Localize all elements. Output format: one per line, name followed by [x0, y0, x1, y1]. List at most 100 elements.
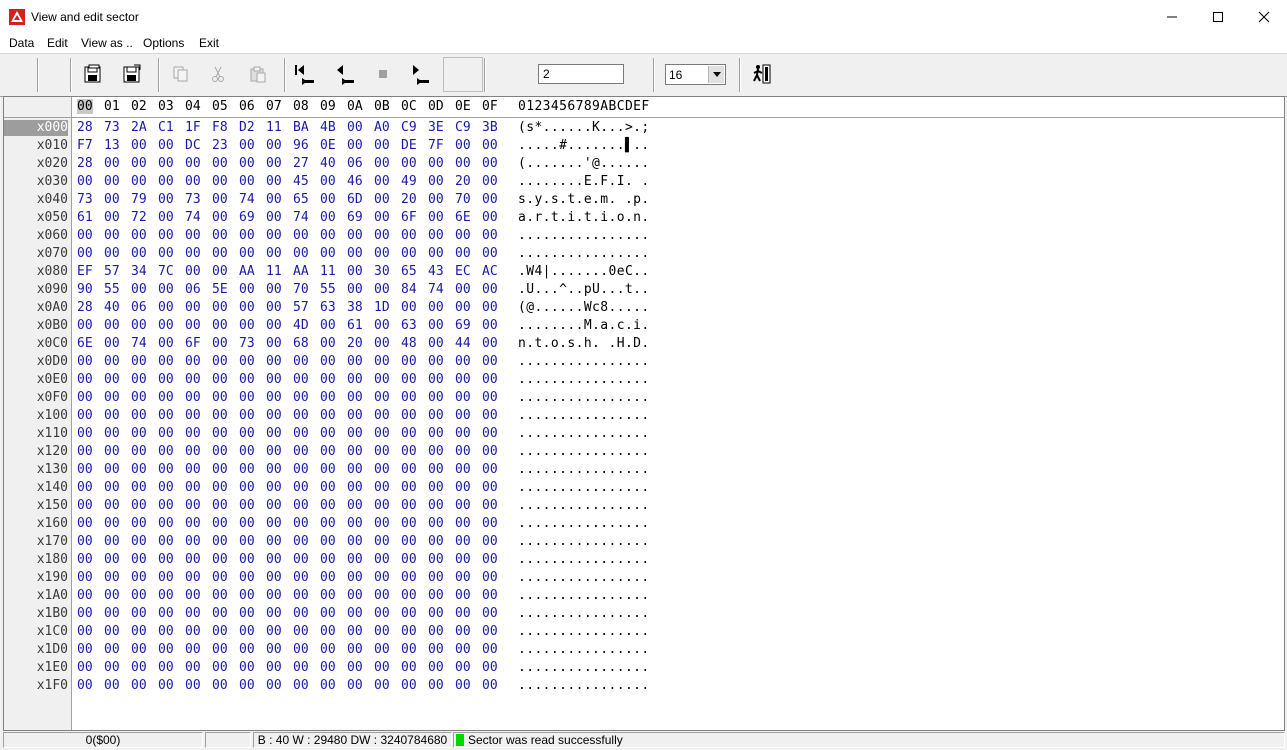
hex-byte[interactable]: 00 [455, 498, 471, 513]
hex-byte[interactable]: 20 [347, 336, 363, 351]
hex-row[interactable]: x110 00 00 00 00 00 00 00 00 00 00 00 00 00 00 00 00....… [4, 426, 1284, 444]
hex-byte[interactable]: 00 [185, 372, 201, 387]
hex-byte[interactable]: 00 [266, 354, 282, 369]
hex-byte[interactable]: 00 [104, 210, 120, 225]
hex-byte[interactable]: 00 [428, 660, 444, 675]
hex-byte[interactable]: 00 [428, 552, 444, 567]
hex-view[interactable]: 0123456789ABCDEF 00 01 02 03 04 05 06 07 08 09 0A 0… [3, 96, 1285, 731]
hex-byte[interactable]: 00 [212, 480, 228, 495]
hex-byte[interactable]: 00 [266, 498, 282, 513]
menu-view-as[interactable]: View as .. [81, 36, 133, 50]
hex-byte[interactable]: 00 [347, 624, 363, 639]
hex-byte[interactable]: 00 [455, 372, 471, 387]
hex-byte[interactable]: 00 [401, 300, 417, 315]
hex-byte[interactable]: 74 [428, 282, 444, 297]
hex-byte[interactable]: 6E [455, 210, 471, 225]
hex-byte[interactable]: 00 [131, 624, 147, 639]
hex-byte[interactable]: 69 [455, 318, 471, 333]
hex-byte[interactable]: 00 [104, 624, 120, 639]
hex-byte[interactable]: 00 [347, 678, 363, 693]
ascii-text[interactable]: (s*......K...>.; [518, 120, 650, 135]
hex-byte[interactable]: 00 [455, 534, 471, 549]
hex-byte[interactable]: 00 [347, 138, 363, 153]
hex-byte[interactable]: 65 [401, 264, 417, 279]
hex-byte[interactable]: 00 [428, 624, 444, 639]
hex-byte[interactable]: 20 [455, 174, 471, 189]
hex-byte[interactable]: 00 [482, 192, 498, 207]
hex-byte[interactable]: 00 [131, 390, 147, 405]
hex-byte[interactable]: 00 [482, 354, 498, 369]
hex-byte[interactable]: 00 [158, 642, 174, 657]
hex-byte[interactable]: 00 [320, 210, 336, 225]
ascii-text[interactable]: ................ [518, 642, 650, 657]
hex-byte[interactable]: 00 [320, 516, 336, 531]
hex-byte[interactable]: 00 [347, 390, 363, 405]
hex-byte[interactable]: 00 [239, 516, 255, 531]
hex-byte[interactable]: 00 [212, 498, 228, 513]
hex-byte[interactable]: 48 [401, 336, 417, 351]
hex-byte[interactable]: 00 [77, 498, 93, 513]
hex-byte[interactable]: 00 [482, 246, 498, 261]
hex-byte[interactable]: 00 [77, 660, 93, 675]
hex-byte[interactable]: 00 [455, 624, 471, 639]
hex-byte[interactable]: 00 [347, 588, 363, 603]
menu-options[interactable]: Options [143, 36, 184, 50]
hex-byte[interactable]: 00 [482, 372, 498, 387]
hex-byte[interactable]: 00 [374, 570, 390, 585]
hex-byte[interactable]: 00 [158, 408, 174, 423]
hex-byte[interactable]: 00 [347, 264, 363, 279]
hex-byte[interactable]: 20 [401, 192, 417, 207]
hex-byte[interactable]: 69 [239, 210, 255, 225]
hex-byte[interactable]: 34 [131, 264, 147, 279]
hex-byte[interactable]: 00 [320, 336, 336, 351]
hex-byte[interactable]: 00 [455, 480, 471, 495]
ascii-text[interactable]: ................ [518, 660, 650, 675]
hex-byte[interactable]: 73 [77, 192, 93, 207]
hex-byte[interactable]: 00 [401, 354, 417, 369]
hex-byte[interactable]: 00 [293, 228, 309, 243]
hex-byte[interactable]: 00 [374, 534, 390, 549]
hex-byte[interactable]: 00 [185, 570, 201, 585]
hex-byte[interactable]: F8 [212, 120, 228, 135]
ascii-text[interactable]: (.......'@...... [518, 156, 650, 171]
hex-byte[interactable]: 00 [401, 462, 417, 477]
hex-byte[interactable]: 00 [131, 318, 147, 333]
hex-byte[interactable]: 00 [293, 624, 309, 639]
hex-byte[interactable]: 00 [482, 336, 498, 351]
hex-byte[interactable]: 00 [212, 588, 228, 603]
hex-byte[interactable]: 00 [455, 246, 471, 261]
hex-byte[interactable]: 00 [266, 444, 282, 459]
hex-byte[interactable]: 00 [428, 318, 444, 333]
hex-byte[interactable]: 00 [320, 444, 336, 459]
hex-byte[interactable]: D2 [239, 120, 255, 135]
hex-byte[interactable]: 00 [401, 516, 417, 531]
save-as-button[interactable] [120, 61, 144, 87]
hex-byte[interactable]: 00 [455, 588, 471, 603]
hex-byte[interactable]: 00 [320, 408, 336, 423]
hex-byte[interactable]: 00 [131, 444, 147, 459]
hex-byte[interactable]: 46 [347, 174, 363, 189]
hex-byte[interactable]: 00 [482, 480, 498, 495]
hex-byte[interactable]: 00 [374, 390, 390, 405]
dropdown-button[interactable] [708, 66, 724, 83]
hex-byte[interactable]: 00 [212, 552, 228, 567]
hex-byte[interactable]: 00 [428, 498, 444, 513]
hex-byte[interactable]: 00 [320, 228, 336, 243]
hex-byte[interactable]: DE [401, 138, 417, 153]
hex-byte[interactable]: 00 [293, 678, 309, 693]
hex-byte[interactable]: 00 [158, 192, 174, 207]
hex-byte[interactable]: 00 [239, 408, 255, 423]
hex-byte[interactable]: 00 [374, 228, 390, 243]
hex-byte[interactable]: 00 [212, 246, 228, 261]
hex-byte[interactable]: 70 [455, 192, 471, 207]
hex-byte[interactable]: 00 [374, 462, 390, 477]
hex-byte[interactable]: 00 [131, 282, 147, 297]
first-sector-button[interactable] [293, 61, 317, 87]
hex-byte[interactable]: 00 [320, 660, 336, 675]
hex-row[interactable]: x150 00 00 00 00 00 00 00 00 00 00 00 00 00 00 00 00....… [4, 498, 1284, 516]
hex-byte[interactable]: 28 [77, 120, 93, 135]
hex-byte[interactable]: 00 [374, 660, 390, 675]
hex-byte[interactable]: 00 [104, 408, 120, 423]
hex-byte[interactable]: 00 [131, 480, 147, 495]
hex-byte[interactable]: 00 [239, 318, 255, 333]
